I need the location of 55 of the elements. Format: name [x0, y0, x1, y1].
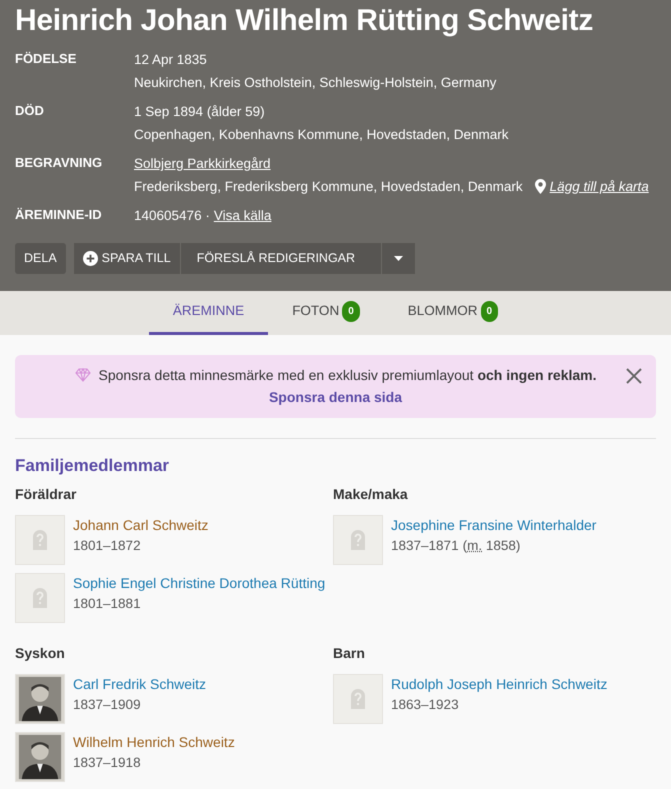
- map-link[interactable]: Lägg till på karta: [550, 175, 649, 198]
- fact-link[interactable]: Solbjerg Parkkirkegård: [134, 152, 271, 175]
- family-member-link[interactable]: Rudolph Joseph Heinrich Schweitz: [391, 676, 608, 692]
- family-member-link[interactable]: Wilhelm Henrich Schweitz: [73, 734, 235, 750]
- sponsor-message: Sponsra detta minnesmärke med en exklusiv premiumlayout och ingen reklam.: [98, 366, 596, 385]
- fact-label: BEGRAVNING: [15, 154, 104, 172]
- fact-label: FÖDELSE: [15, 50, 78, 68]
- fact-value: Copenhagen, Kobenhavns Kommune, Hovedstaden, Denmark: [134, 126, 508, 144]
- section-title: Familjemedlemmar: [15, 454, 170, 477]
- member-years: 1801–1881: [73, 595, 142, 614]
- headstone-icon: [351, 530, 365, 550]
- fact-label: ÄREMINNE-ID: [15, 206, 103, 224]
- placeholder-thumbnail[interactable]: [15, 573, 65, 624]
- photo-frame[interactable]: [15, 674, 65, 724]
- family-member-link[interactable]: Carl Fredrik Schweitz: [73, 676, 206, 692]
- share-button[interactable]: DELA: [15, 243, 66, 274]
- member-years: 1837–1918: [73, 754, 142, 772]
- save-button[interactable]: SPARA TILL: [74, 243, 181, 274]
- caret-icon: [394, 256, 404, 262]
- group-heading: Barn: [333, 644, 366, 664]
- marriage-info: (m. 1858): [462, 538, 520, 554]
- photo-frame[interactable]: [15, 732, 65, 782]
- headstone-icon: [33, 530, 47, 550]
- fact-value: Frederiksberg, Frederiksberg Kommune, Hovedstaden, Denmark: [134, 178, 523, 196]
- group-heading: Make/maka: [333, 485, 409, 504]
- placeholder-thumbnail[interactable]: [333, 674, 383, 724]
- fact-value: Neukirchen, Kreis Ostholstein, Schleswig-Holstein, Germany: [134, 74, 496, 92]
- plus-icon: [82, 250, 98, 266]
- headstone-icon: [33, 588, 47, 608]
- count-badge: 0: [342, 300, 360, 322]
- map-pin-icon: [534, 179, 546, 194]
- member-years: 1837–1909: [73, 696, 142, 714]
- placeholder-thumbnail[interactable]: [15, 515, 65, 566]
- tab[interactable]: FOTON 0: [268, 290, 384, 335]
- fact-value: 1 Sep 1894 (ålder 59): [134, 103, 265, 121]
- diamond-icon: [74, 368, 90, 382]
- member-years: 1801–1872: [73, 537, 142, 556]
- page-title: Heinrich Johan Wilhelm Rütting Schweitz: [15, 3, 594, 39]
- headstone-icon: [351, 689, 365, 710]
- group-heading: Syskon: [15, 644, 66, 664]
- fact-value: 140605476 ·: [134, 207, 210, 225]
- group-heading: Föräldrar: [15, 485, 78, 504]
- family-member-link[interactable]: Johann Carl Schweitz: [73, 517, 208, 534]
- sponsor-link[interactable]: Sponsra denna sida: [268, 388, 402, 405]
- count-badge: 0: [480, 300, 498, 322]
- placeholder-thumbnail[interactable]: [333, 515, 383, 566]
- member-years: 1863–1923: [391, 696, 460, 714]
- family-member-link[interactable]: Sophie Engel Christine Dorothea Rütting: [73, 575, 326, 592]
- fact-label: DÖD: [15, 102, 45, 120]
- member-years: 1837–1871: [391, 538, 459, 554]
- fact-value: 12 Apr 1835: [134, 51, 207, 69]
- family-member-link[interactable]: Josephine Fransine Winterhalder: [391, 517, 596, 534]
- tab[interactable]: ÄREMINNE: [148, 290, 268, 335]
- fact-link[interactable]: Visa källa: [214, 204, 272, 227]
- tab[interactable]: BLOMMOR 0: [384, 290, 522, 335]
